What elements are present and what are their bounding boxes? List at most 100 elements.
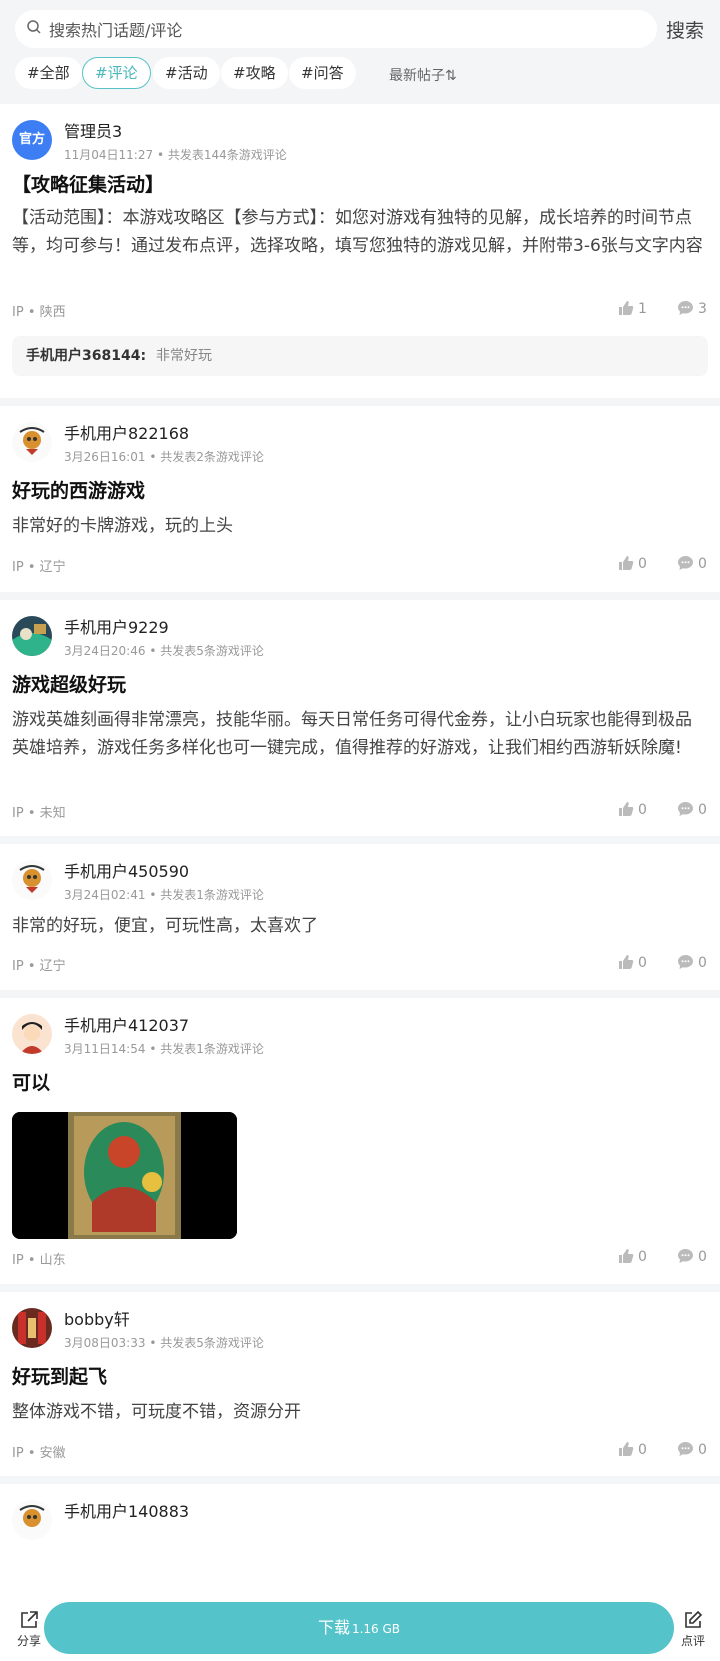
thumbs-up-icon bbox=[619, 301, 634, 315]
ip-prefix: IP bbox=[12, 1253, 24, 1268]
post-title: 【攻略征集活动】 bbox=[12, 174, 165, 196]
ip-location: 安徽 bbox=[39, 1446, 66, 1461]
comment-button[interactable]: 0 bbox=[677, 801, 707, 818]
tag-all[interactable]: #全部 bbox=[15, 57, 82, 89]
post-meta: 3月26日16:01 • 共发表2条游戏评论 bbox=[64, 450, 264, 464]
ip-prefix: IP bbox=[12, 959, 24, 974]
ip-prefix: IP bbox=[12, 560, 24, 575]
download-button[interactable]: 下载 1.16 GB bbox=[44, 1602, 674, 1654]
post-username[interactable]: 手机用户9229 bbox=[64, 614, 169, 638]
like-button[interactable]: 0 bbox=[618, 1441, 647, 1458]
post-body: 游戏英雄刻画得非常漂亮，技能华丽。每天日常任务可得代金券，让小白玩家也能得到极品… bbox=[12, 710, 692, 758]
comment-count: 0 bbox=[698, 802, 707, 818]
comment-button[interactable]: 0 bbox=[677, 954, 707, 971]
search-input[interactable] bbox=[47, 10, 641, 50]
post-feed: 官方 管理员3 11月04日11:27 • 共发表144条游戏评论 【攻略征集活… bbox=[0, 104, 720, 1612]
ip-location: 辽宁 bbox=[39, 959, 66, 974]
post-stats: 共发表5条游戏评论 bbox=[160, 644, 264, 658]
ip-location: 辽宁 bbox=[39, 560, 66, 575]
thumbs-up-icon bbox=[619, 955, 634, 969]
avatar[interactable] bbox=[12, 616, 52, 656]
search-button[interactable]: 搜索 bbox=[666, 16, 704, 43]
ip-prefix: IP bbox=[12, 806, 24, 821]
post-image[interactable] bbox=[12, 1112, 237, 1239]
comment-button[interactable]: 3 bbox=[677, 300, 707, 317]
post-username[interactable]: 手机用户822168 bbox=[64, 420, 189, 444]
reply-text: 非常好玩 bbox=[156, 348, 213, 364]
thumbs-up-icon bbox=[619, 1442, 634, 1456]
ip-location: 陕西 bbox=[39, 305, 66, 320]
post-ip: IP • 辽宁 bbox=[12, 560, 66, 575]
post-body: 整体游戏不错，可玩度不错，资源分开 bbox=[12, 1402, 301, 1422]
post-title: 好玩到起飞 bbox=[12, 1366, 108, 1388]
post-card[interactable]: 手机用户140883 bbox=[0, 1484, 720, 1604]
post-body: 【活动范围】：本游戏攻略区【参与方式】：如您对游戏有独特的见解，成长培养的时间节… bbox=[12, 208, 703, 256]
comment-button[interactable]: 0 bbox=[677, 1248, 707, 1265]
share-icon bbox=[21, 1611, 38, 1628]
comment-button[interactable]: 0 bbox=[677, 1441, 707, 1458]
post-username[interactable]: 手机用户140883 bbox=[64, 1498, 189, 1522]
reply-preview[interactable]: 手机用户368144: 非常好玩 bbox=[12, 336, 708, 376]
avatar[interactable] bbox=[12, 860, 52, 900]
post-stats: 共发表1条游戏评论 bbox=[160, 888, 264, 902]
post-card[interactable]: 手机用户822168 3月26日16:01 • 共发表2条游戏评论 好玩的西游游… bbox=[0, 406, 720, 592]
like-count: 1 bbox=[638, 301, 647, 317]
comment-button[interactable]: 0 bbox=[677, 555, 707, 572]
comment-count: 0 bbox=[698, 955, 707, 971]
post-card[interactable]: 手机用户412037 3月11日14:54 • 共发表1条游戏评论 可以 IP … bbox=[0, 998, 720, 1284]
tag-qa[interactable]: #问答 bbox=[289, 57, 356, 89]
like-count: 0 bbox=[638, 1249, 647, 1265]
tag-guide[interactable]: #攻略 bbox=[221, 57, 288, 89]
review-label: 点评 bbox=[680, 1634, 705, 1648]
comment-icon bbox=[678, 301, 693, 315]
post-ip: IP • 陕西 bbox=[12, 305, 66, 320]
sort-latest-button[interactable]: 最新帖子⇅ bbox=[389, 65, 457, 85]
avatar[interactable] bbox=[12, 1500, 52, 1540]
avatar[interactable] bbox=[12, 1014, 52, 1054]
post-stats: 共发表144条游戏评论 bbox=[167, 148, 287, 162]
share-button[interactable]: 分享 bbox=[14, 1610, 44, 1649]
avatar-official[interactable]: 官方 bbox=[12, 120, 52, 160]
ip-location: 未知 bbox=[39, 806, 66, 821]
post-meta: 11月04日11:27 • 共发表144条游戏评论 bbox=[64, 148, 287, 162]
share-label: 分享 bbox=[16, 1634, 41, 1648]
post-meta: 3月24日20:46 • 共发表5条游戏评论 bbox=[64, 644, 264, 658]
post-username[interactable]: 手机用户450590 bbox=[64, 858, 189, 882]
post-card[interactable]: bobby轩 3月08日03:33 • 共发表5条游戏评论 好玩到起飞 整体游戏… bbox=[0, 1292, 720, 1476]
post-title: 游戏超级好玩 bbox=[12, 674, 127, 696]
like-count: 0 bbox=[638, 955, 647, 971]
like-button[interactable]: 0 bbox=[618, 555, 647, 572]
post-card[interactable]: 手机用户450590 3月24日02:41 • 共发表1条游戏评论 非常的好玩，… bbox=[0, 844, 720, 990]
review-button[interactable]: 点评 bbox=[676, 1610, 710, 1649]
like-button[interactable]: 0 bbox=[618, 954, 647, 971]
ip-prefix: IP bbox=[12, 305, 24, 320]
thumbs-up-icon bbox=[619, 802, 634, 816]
comment-icon bbox=[678, 556, 693, 570]
post-username[interactable]: 手机用户412037 bbox=[64, 1012, 189, 1036]
post-card[interactable]: 官方 管理员3 11月04日11:27 • 共发表144条游戏评论 【攻略征集活… bbox=[0, 104, 720, 398]
tag-activity[interactable]: #活动 bbox=[153, 57, 220, 89]
post-title: 可以 bbox=[12, 1072, 51, 1094]
post-body: 非常的好玩，便宜，可玩性高，太喜欢了 bbox=[12, 916, 318, 936]
avatar[interactable] bbox=[12, 1308, 52, 1348]
post-body: 非常好的卡牌游戏，玩的上头 bbox=[12, 516, 233, 536]
edit-icon bbox=[685, 1610, 703, 1628]
like-button[interactable]: 0 bbox=[618, 801, 647, 818]
post-meta: 3月08日03:33 • 共发表5条游戏评论 bbox=[64, 1336, 264, 1350]
post-username[interactable]: bobby轩 bbox=[64, 1306, 130, 1330]
search-box[interactable] bbox=[15, 10, 657, 50]
bottom-action-bar: 分享 下载 1.16 GB 点评 bbox=[0, 1596, 720, 1661]
post-username[interactable]: 管理员3 bbox=[64, 118, 122, 142]
tag-review[interactable]: #评论 bbox=[82, 57, 151, 89]
thumbs-up-icon bbox=[619, 1249, 634, 1263]
post-meta: 3月24日02:41 • 共发表1条游戏评论 bbox=[64, 888, 264, 902]
post-ip: IP • 安徽 bbox=[12, 1446, 66, 1461]
ip-prefix: IP bbox=[12, 1446, 24, 1461]
like-button[interactable]: 0 bbox=[618, 1248, 647, 1265]
post-time: 3月26日16:01 bbox=[64, 450, 146, 464]
post-card[interactable]: 手机用户9229 3月24日20:46 • 共发表5条游戏评论 游戏超级好玩 游… bbox=[0, 600, 720, 836]
comment-count: 0 bbox=[698, 556, 707, 572]
comment-count: 0 bbox=[698, 1249, 707, 1265]
avatar[interactable] bbox=[12, 422, 52, 462]
like-button[interactable]: 1 bbox=[618, 300, 647, 317]
